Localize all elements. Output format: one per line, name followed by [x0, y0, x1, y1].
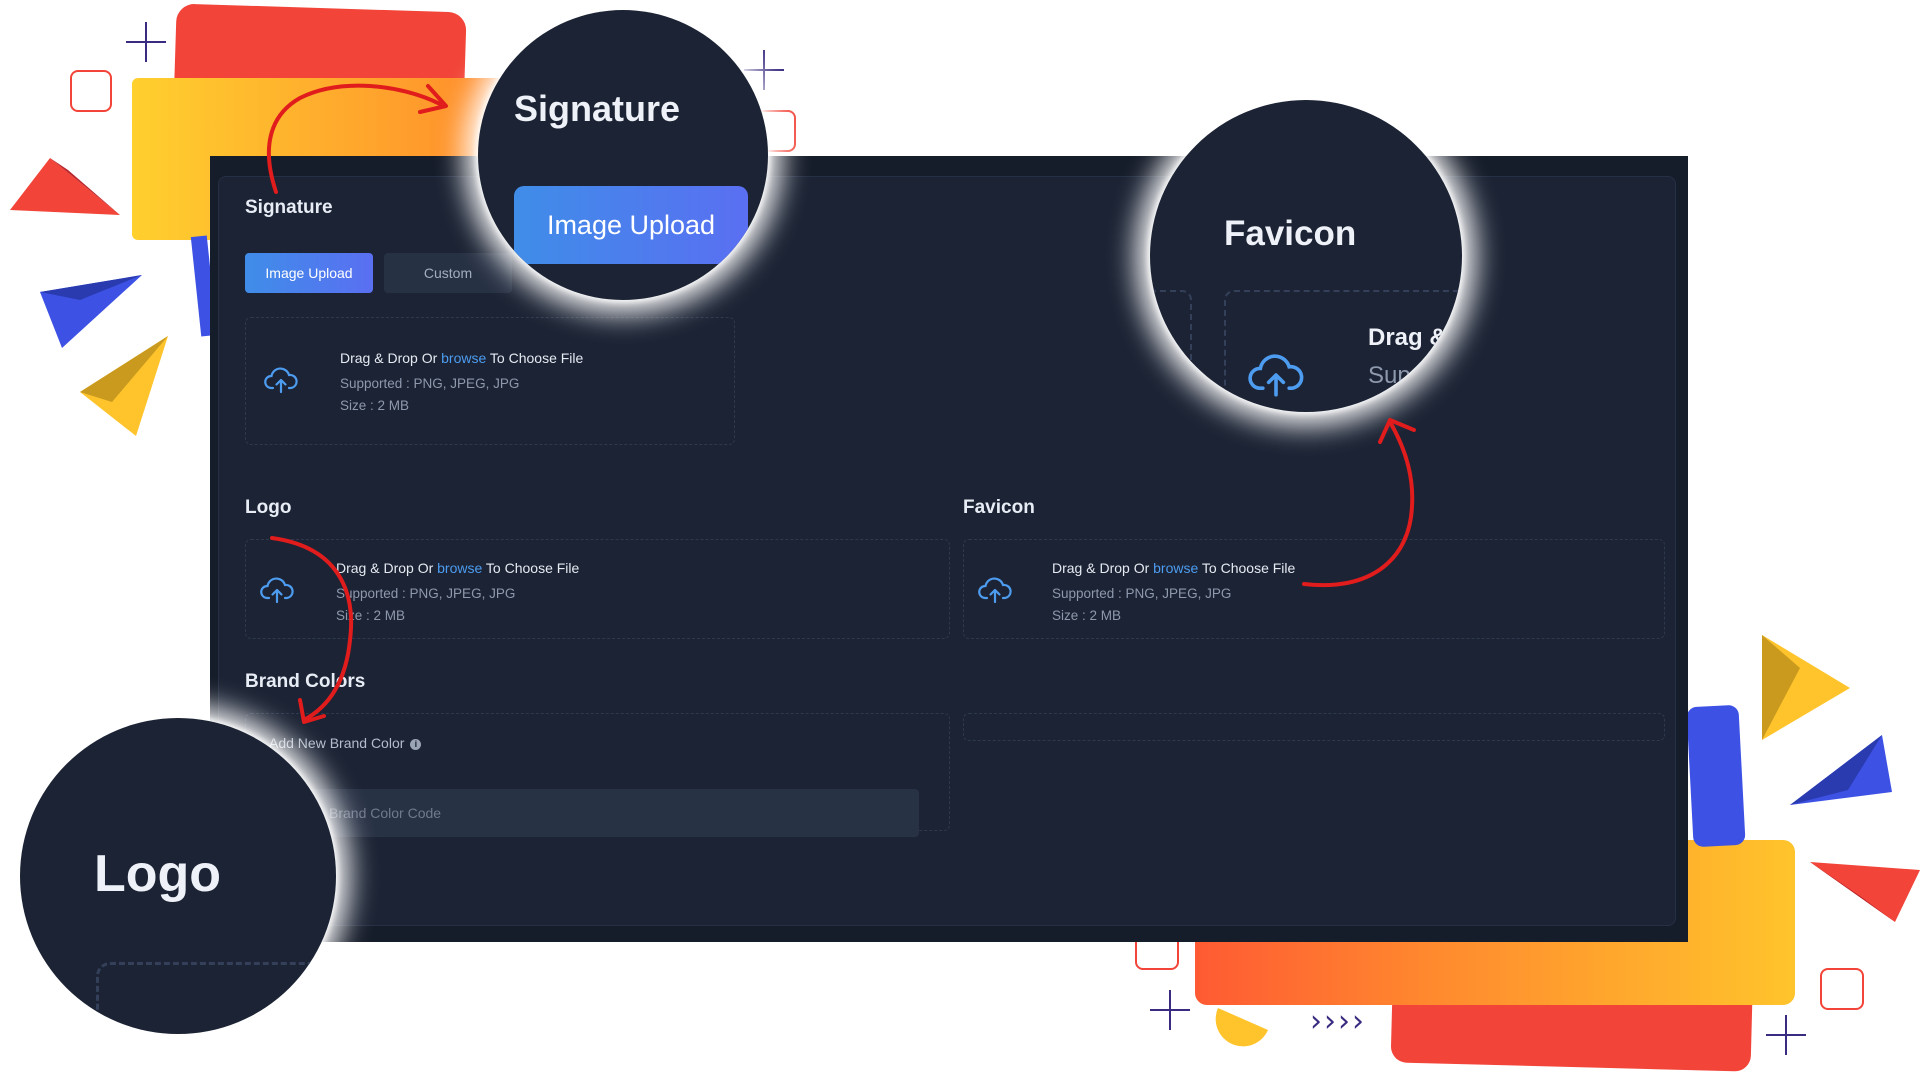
zoom-adjacent-dropzone [1150, 290, 1192, 412]
add-brand-color-label: Add New Brand Color i [269, 735, 422, 751]
zoom-signature-title: Signature [514, 88, 681, 129]
favicon-title: Favicon [963, 497, 1035, 518]
decor-plus-icon [744, 50, 784, 90]
dropzone-prefix: Drag & Drop Or [1052, 560, 1154, 576]
decor-blue-triangle [1790, 735, 1892, 805]
decor-outline-square [70, 70, 112, 112]
supported-formats: Supported : PNG, JPEG, JPG [1052, 586, 1232, 601]
zoom-bubble-favicon: Favicon Drag & Sup [1150, 100, 1462, 412]
decor-red-triangle [1810, 862, 1920, 922]
zoom-drag-text: Drag & [1368, 324, 1447, 351]
browse-link[interactable]: browse [437, 560, 482, 576]
add-brand-color-text: Add New Brand Color [269, 735, 405, 751]
decor-yellow-halfcircle [1215, 1008, 1268, 1047]
decor-yellow-triangle [80, 336, 168, 436]
dropzone-suffix: To Choose File [486, 350, 584, 366]
zoom-logo-dropzone [96, 962, 336, 1034]
brand-colors-title: Brand Colors [245, 671, 366, 692]
dropzone-prefix: Drag & Drop Or [340, 350, 442, 366]
decor-blue-bar-right [1686, 704, 1746, 848]
custom-tab-button[interactable]: Custom [384, 253, 512, 293]
brand-color-code-input[interactable] [269, 789, 919, 837]
zoom-bubble-signature: Signature Image Upload [478, 10, 768, 300]
dropzone-suffix: To Choose File [1198, 560, 1296, 576]
decor-outline-square [1820, 968, 1864, 1010]
decor-chevrons: ›››› [1310, 1004, 1366, 1039]
browse-link[interactable]: browse [441, 350, 486, 366]
zoom-image-upload-button: Image Upload [514, 186, 748, 264]
dropzone-instruction: Drag & Drop Or browse To Choose File [336, 560, 579, 576]
signature-dropzone[interactable]: Drag & Drop Or browse To Choose File Sup… [245, 317, 735, 445]
cloud-upload-icon [1248, 354, 1304, 397]
supported-formats: Supported : PNG, JPEG, JPG [340, 376, 520, 391]
logo-title: Logo [245, 497, 292, 518]
signature-title: Signature [245, 197, 333, 218]
max-size: Size : 2 MB [340, 398, 410, 413]
image-upload-tab-button[interactable]: Image Upload [245, 253, 373, 293]
decor-red-triangle [10, 158, 120, 215]
zoom-logo-title: Logo [94, 845, 222, 903]
dropzone-instruction: Drag & Drop Or browse To Choose File [1052, 560, 1295, 576]
logo-dropzone[interactable]: Drag & Drop Or browse To Choose File Sup… [245, 539, 950, 639]
zoom-supported-text: Sup [1368, 362, 1411, 389]
cloud-upload-icon [264, 367, 298, 394]
dropzone-prefix: Drag & Drop Or [336, 560, 438, 576]
brand-color-box-empty [963, 713, 1665, 741]
cloud-upload-icon [978, 577, 1012, 604]
decor-plus-icon [1150, 990, 1190, 1030]
supported-formats: Supported : PNG, JPEG, JPG [336, 586, 516, 601]
max-size: Size : 2 MB [336, 608, 406, 623]
favicon-dropzone[interactable]: Drag & Drop Or browse To Choose File Sup… [963, 539, 1665, 639]
decor-plus-icon [1766, 1015, 1806, 1055]
zoom-favicon-title: Favicon [1224, 214, 1357, 253]
browse-link[interactable]: browse [1153, 560, 1198, 576]
info-icon[interactable]: i [410, 739, 422, 750]
decor-plus-icon [126, 22, 166, 62]
max-size: Size : 2 MB [1052, 608, 1122, 623]
zoom-bubble-logo: Logo [20, 718, 336, 1034]
dropzone-instruction: Drag & Drop Or browse To Choose File [340, 350, 583, 366]
settings-panel: Signature Image Upload Custom Drag & Dro… [210, 156, 1688, 942]
decor-blue-triangle [40, 275, 142, 348]
cloud-upload-icon [260, 577, 294, 604]
dropzone-suffix: To Choose File [482, 560, 580, 576]
decor-yellow-triangle [1762, 635, 1850, 740]
